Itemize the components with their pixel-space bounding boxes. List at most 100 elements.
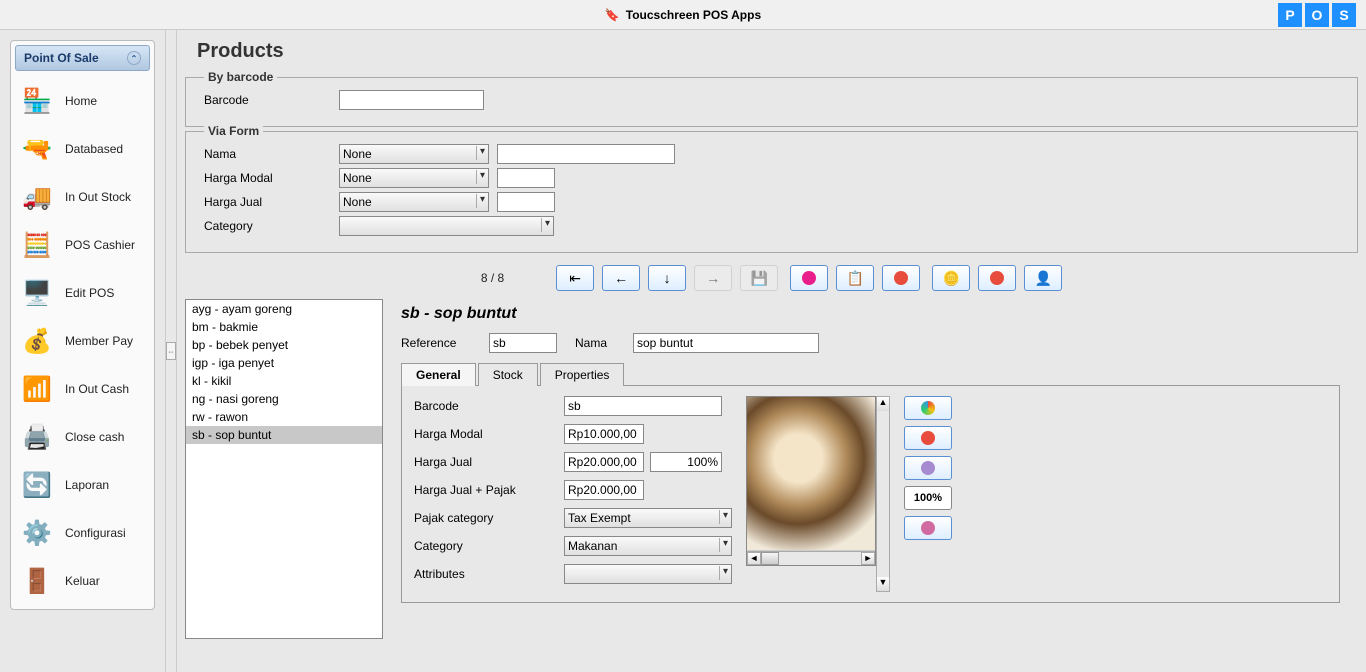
- barcode-input[interactable]: [339, 90, 484, 110]
- ref-input[interactable]: [489, 333, 557, 353]
- food-image-icon: [747, 397, 875, 551]
- hscroll-thumb[interactable]: [761, 552, 779, 565]
- f-attr-select[interactable]: [564, 564, 732, 584]
- tab-properties[interactable]: Properties: [540, 363, 625, 386]
- product-list-item[interactable]: kl - kikil: [186, 372, 382, 390]
- f-hjualp[interactable]: [564, 480, 644, 500]
- splitter[interactable]: ⇔: [165, 30, 177, 672]
- img-100-button[interactable]: 100%: [904, 486, 952, 510]
- sidebar-item-label: Close cash: [65, 430, 124, 444]
- cat-select[interactable]: [339, 216, 554, 236]
- hmodal-input[interactable]: [497, 168, 555, 188]
- img-delete-button[interactable]: [904, 426, 952, 450]
- nama-label: Nama: [204, 147, 339, 161]
- sidebar-item-label: Edit POS: [65, 286, 114, 300]
- sidebar: Point Of Sale ⌃ 🏪 Home 🔫Databased🚚In Out S…: [10, 40, 155, 610]
- save-button: 💾: [740, 265, 778, 291]
- sidebar-item-label: POS Cashier: [65, 238, 135, 252]
- product-list-item[interactable]: ng - nasi goreng: [186, 390, 382, 408]
- f-cat-select[interactable]: Makanan: [564, 536, 732, 556]
- collapse-icon[interactable]: ⌃: [127, 51, 141, 65]
- product-detail: sb - sop buntut Reference Nama General S…: [383, 299, 1358, 639]
- hjual-op-select[interactable]: None: [339, 192, 489, 212]
- delete-button[interactable]: [978, 265, 1016, 291]
- sidebar-item-label: Home: [65, 94, 97, 108]
- coin-button[interactable]: 🪙: [932, 265, 970, 291]
- cancel-button[interactable]: [790, 265, 828, 291]
- scroll-left-icon[interactable]: ◄: [747, 552, 761, 565]
- sidebar-item-label: Keluar: [65, 574, 100, 588]
- next-button: →: [694, 265, 732, 291]
- sidebar-item-label: In Out Cash: [65, 382, 129, 396]
- f-barcode[interactable]: [564, 396, 722, 416]
- f-hmodal[interactable]: [564, 424, 644, 444]
- sidebar-item-in-out-cash[interactable]: 📶In Out Cash: [15, 365, 150, 413]
- menu-icon: ⚙️: [17, 515, 57, 551]
- img-fit-button[interactable]: [904, 516, 952, 540]
- topbar: 🔖 Toucschreen POS Apps P O S: [0, 0, 1366, 30]
- nama-input[interactable]: [497, 144, 675, 164]
- image-vscroll[interactable]: ▲ ▼: [876, 396, 890, 592]
- nama-op-select[interactable]: None: [339, 144, 489, 164]
- pos-badges: P O S: [1278, 3, 1356, 27]
- img-zoom-button[interactable]: [904, 456, 952, 480]
- f-hjualp-l: Harga Jual + Pajak: [414, 483, 564, 497]
- tab-stock[interactable]: Stock: [478, 363, 538, 386]
- sidebar-item-home[interactable]: 🏪 Home: [15, 77, 150, 125]
- sidebar-item-in-out-stock[interactable]: 🚚In Out Stock: [15, 173, 150, 221]
- sidebar-item-keluar[interactable]: 🚪Keluar: [15, 557, 150, 605]
- new-button[interactable]: 📋: [836, 265, 874, 291]
- sidebar-item-databased[interactable]: 🔫Databased: [15, 125, 150, 173]
- product-list[interactable]: ayg - ayam gorengbm - bakmiebp - bebek p…: [185, 299, 383, 639]
- link-button[interactable]: [882, 265, 920, 291]
- first-button[interactable]: ⇤: [556, 265, 594, 291]
- f-barcode-l: Barcode: [414, 399, 564, 413]
- sidebar-item-label: Configurasi: [65, 526, 126, 540]
- product-list-item[interactable]: rw - rawon: [186, 408, 382, 426]
- down-button[interactable]: ↓: [648, 265, 686, 291]
- product-list-item[interactable]: bp - bebek penyet: [186, 336, 382, 354]
- sidebar-item-close-cash[interactable]: 🖨️ Close cash: [15, 413, 150, 461]
- menu-icon: 🖥️: [17, 275, 57, 311]
- f-attr-l: Attributes: [414, 567, 564, 581]
- product-list-item[interactable]: igp - iga penyet: [186, 354, 382, 372]
- hjual-input[interactable]: [497, 192, 555, 212]
- sidebar-header[interactable]: Point Of Sale ⌃: [15, 45, 150, 71]
- f-hjual-pct[interactable]: [650, 452, 722, 472]
- user-button[interactable]: 👤: [1024, 265, 1062, 291]
- img-find-button[interactable]: [904, 396, 952, 420]
- sidebar-item-laporan[interactable]: 🔄Laporan: [15, 461, 150, 509]
- splitter-handle-icon[interactable]: ⇔: [166, 342, 176, 360]
- sidebar-item-label: Databased: [65, 142, 123, 156]
- app-title-wrap: 🔖 Toucschreen POS Apps: [605, 8, 761, 22]
- prev-button[interactable]: ←: [602, 265, 640, 291]
- tab-general[interactable]: General: [401, 363, 476, 386]
- tab-panel-general: Barcode Harga Modal Harga Jual: [401, 386, 1340, 603]
- sidebar-item-edit-pos[interactable]: 🖥️ Edit POS: [15, 269, 150, 317]
- detail-title: sb - sop buntut: [401, 299, 1340, 333]
- product-list-item[interactable]: sb - sop buntut: [186, 426, 382, 444]
- sidebar-item-pos-cashier[interactable]: 🧮 POS Cashier: [15, 221, 150, 269]
- tabs: General Stock Properties: [401, 363, 1340, 386]
- page-title: Products: [177, 30, 1366, 73]
- nama-detail-label: Nama: [575, 336, 615, 350]
- f-hjual[interactable]: [564, 452, 644, 472]
- product-list-item[interactable]: bm - bakmie: [186, 318, 382, 336]
- menu-icon: 🖨️: [17, 419, 57, 455]
- barcode-fieldset: By barcode Barcode: [185, 77, 1358, 127]
- hmodal-label: Harga Modal: [204, 171, 339, 185]
- menu-icon: 🧮: [17, 227, 57, 263]
- menu-icon: 🏪: [17, 83, 57, 119]
- image-hscroll[interactable]: ◄ ►: [747, 551, 875, 565]
- sidebar-item-configurasi[interactable]: ⚙️ Configurasi: [15, 509, 150, 557]
- scroll-up-icon[interactable]: ▲: [877, 397, 889, 411]
- sidebar-item-member-pay[interactable]: 💰Member Pay: [15, 317, 150, 365]
- product-list-item[interactable]: ayg - ayam goreng: [186, 300, 382, 318]
- hmodal-op-select[interactable]: None: [339, 168, 489, 188]
- product-image: ◄ ►: [746, 396, 876, 566]
- menu-icon: 🔄: [17, 467, 57, 503]
- scroll-right-icon[interactable]: ►: [861, 552, 875, 565]
- scroll-down-icon[interactable]: ▼: [877, 577, 889, 591]
- f-pajak-select[interactable]: Tax Exempt: [564, 508, 732, 528]
- nama-detail-input[interactable]: [633, 333, 819, 353]
